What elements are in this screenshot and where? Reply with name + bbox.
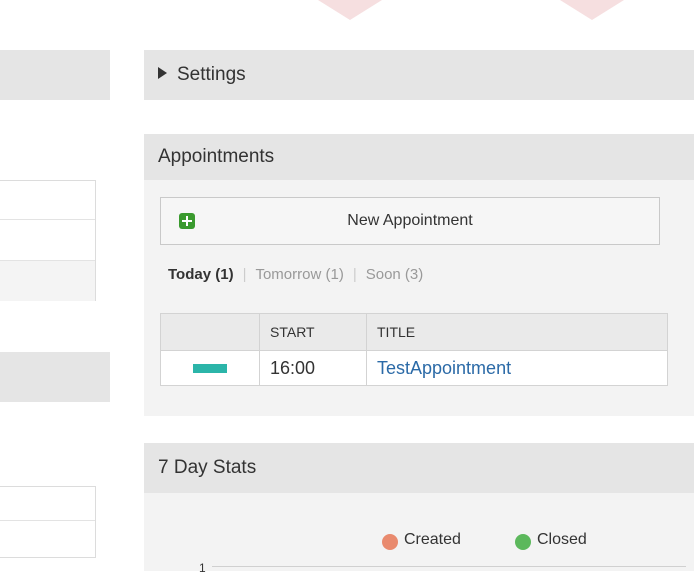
stats-title: 7 Day Stats [158,457,257,478]
column-header-color [160,313,260,351]
color-cell [160,350,260,386]
column-header-start[interactable]: START [259,313,367,351]
stats-header: 7 Day Stats [144,443,694,493]
settings-toggle[interactable]: Settings [144,50,694,100]
appointment-title-link[interactable]: TestAppointment [377,358,511,378]
created-color-dot [382,534,398,550]
triangle-right-icon [158,66,167,79]
title-cell: TestAppointment [366,350,668,386]
calendar-color-swatch [193,363,227,373]
appointments-header: Appointments [144,134,694,180]
table-row[interactable]: 16:00 TestAppointment [160,350,668,386]
left-panel-header [0,50,110,100]
header-decoration [560,0,624,20]
start-cell: 16:00 [259,350,367,386]
column-header-title[interactable]: TITLE [366,313,668,351]
table-row [0,520,95,558]
legend-label-closed: Closed [537,531,587,548]
appointment-tabs: Today (1) | Tomorrow (1) | Soon (3) [168,264,423,286]
y-axis-tick: 1 [199,561,206,575]
table-row [0,219,95,260]
settings-label: Settings [177,64,246,85]
table-row [0,260,95,301]
tab-separator: | [352,266,357,283]
appointments-title: Appointments [158,146,275,167]
tab-soon[interactable]: Soon (3) [366,266,424,283]
left-panel-header [0,352,110,402]
appointments-table: START TITLE 16:00 TestAppointment [160,313,668,386]
legend-item-closed[interactable]: Closed [515,531,587,550]
legend-label-created: Created [404,531,461,548]
tab-separator: | [242,266,247,283]
left-table [0,486,96,558]
closed-color-dot [515,534,531,550]
legend-item-created[interactable]: Created [382,531,461,550]
new-appointment-button[interactable]: New Appointment [160,197,660,245]
plus-icon [179,213,195,229]
tab-today[interactable]: Today (1) [168,266,234,283]
tab-tomorrow[interactable]: Tomorrow (1) [255,266,343,283]
new-appointment-label: New Appointment [347,212,473,229]
header-decoration [318,0,382,20]
left-table [0,180,96,387]
chart-gridline [212,566,686,567]
